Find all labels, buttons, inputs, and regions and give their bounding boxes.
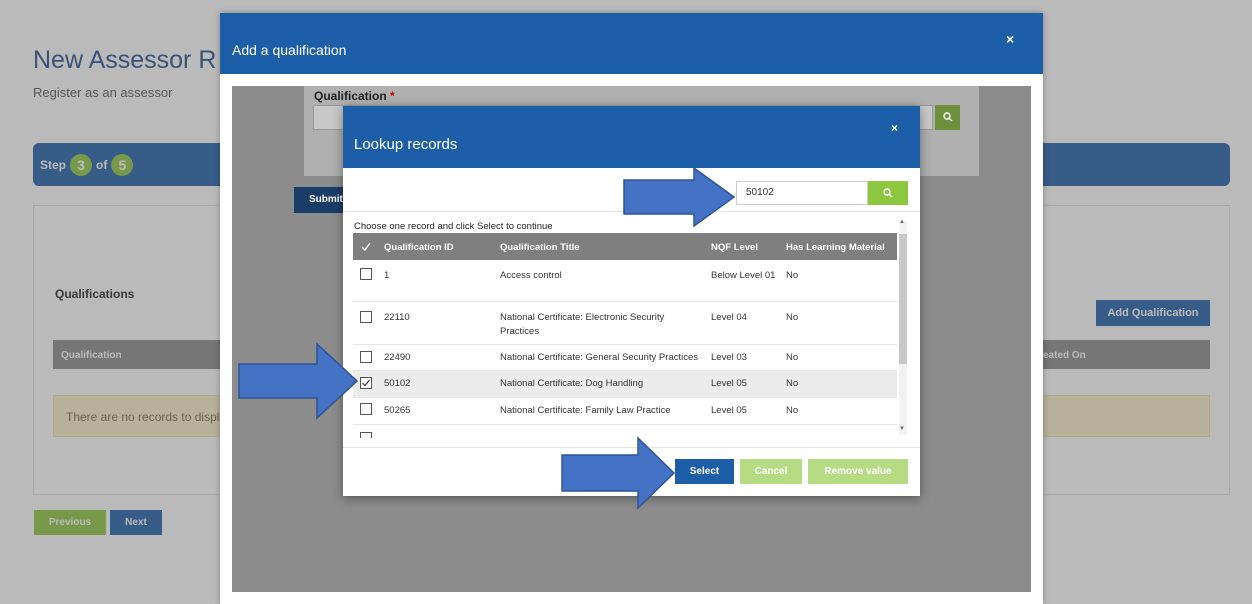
cell-qualification-id: 50265 xyxy=(384,405,411,416)
cell-qualification-title: Access control xyxy=(500,270,562,281)
row-checkbox-checked[interactable] xyxy=(360,377,372,389)
table-row[interactable]: 1 Access control Below Level 01 No xyxy=(353,260,897,302)
lookup-instruction: Choose one record and click Select to co… xyxy=(354,221,553,232)
table-row[interactable]: 22110 National Certificate: Electronic S… xyxy=(353,302,897,345)
cell-qualification-title: National Certificate: General Security P… xyxy=(500,352,698,363)
table-row-selected[interactable]: 50102 National Certificate: Dog Handling… xyxy=(353,371,897,398)
search-icon xyxy=(883,188,893,198)
checkmark-icon[interactable] xyxy=(361,242,371,251)
table-row[interactable]: 50265 National Certificate: Family Law P… xyxy=(353,398,897,425)
remove-value-button[interactable]: Remove value xyxy=(808,459,908,484)
lookup-table-header: Qualification ID Qualification Title NQF… xyxy=(353,233,897,260)
checkmark-icon xyxy=(362,379,370,387)
cell-qualification-title: National Certificate: Dog Handling xyxy=(500,378,644,389)
cell-nqf-level: Level 03 xyxy=(711,352,747,363)
close-icon[interactable]: × xyxy=(1006,31,1014,47)
column-has-learning-material[interactable]: Has Learning Material xyxy=(786,242,885,253)
search-icon xyxy=(942,112,952,122)
cell-nqf-level: Below Level 01 xyxy=(711,270,776,281)
lookup-search-button[interactable] xyxy=(868,181,908,205)
lookup-search-input[interactable]: 50102 xyxy=(736,181,868,205)
cell-qualification-title: National Certificate: Family Law Practic… xyxy=(500,405,671,416)
qualification-label-text: Qualification xyxy=(314,89,387,103)
annotation-arrow-right-icon xyxy=(561,436,676,510)
cell-qualification-id: 1 xyxy=(384,270,390,281)
add-qualification-modal-title: Add a qualification xyxy=(232,42,347,58)
row-checkbox[interactable] xyxy=(360,311,372,323)
table-row[interactable]: 22490 National Certificate: General Secu… xyxy=(353,345,897,371)
qualification-search-button[interactable] xyxy=(935,105,960,130)
scrollbar-thumb[interactable] xyxy=(899,234,907,364)
column-qualification-id[interactable]: Qualification ID xyxy=(384,242,454,253)
lookup-modal-title: Lookup records xyxy=(354,136,458,153)
column-qualification-title[interactable]: Qualification Title xyxy=(500,242,580,253)
cell-qualification-id: 22490 xyxy=(384,352,411,363)
required-marker: * xyxy=(390,89,395,103)
cell-qualification-id: 22110 xyxy=(384,312,410,323)
row-checkbox[interactable] xyxy=(360,432,372,438)
submit-button[interactable]: Submit xyxy=(294,187,349,213)
cell-nqf-level: Level 05 xyxy=(711,405,747,416)
row-checkbox[interactable] xyxy=(360,351,372,363)
lookup-results-table: Qualification ID Qualification Title NQF… xyxy=(353,233,897,438)
annotation-arrow-right-icon xyxy=(623,166,736,228)
cell-has-learning-material: No xyxy=(786,352,799,363)
select-button[interactable]: Select xyxy=(675,459,734,484)
column-nqf-level[interactable]: NQF Level xyxy=(711,242,758,253)
cell-nqf-level: Level 05 xyxy=(711,378,747,389)
cell-has-learning-material: No xyxy=(786,270,799,281)
cell-has-learning-material: No xyxy=(786,405,799,416)
qualification-label: Qualification * xyxy=(314,89,395,103)
scroll-up-icon[interactable]: ▲ xyxy=(899,219,905,225)
annotation-arrow-right-icon xyxy=(238,342,359,420)
cancel-button[interactable]: Cancel xyxy=(740,459,802,484)
cell-qualification-id: 50102 xyxy=(384,378,411,389)
row-checkbox[interactable] xyxy=(360,268,372,280)
scroll-down-icon[interactable]: ▼ xyxy=(899,426,905,432)
cell-has-learning-material: No xyxy=(786,312,799,323)
close-icon[interactable]: × xyxy=(891,121,898,135)
cell-qualification-title: National Certificate: Electronic Securit… xyxy=(500,312,665,337)
cell-has-learning-material: No xyxy=(786,378,799,389)
row-checkbox[interactable] xyxy=(360,403,372,415)
cell-nqf-level: Level 04 xyxy=(711,312,747,323)
